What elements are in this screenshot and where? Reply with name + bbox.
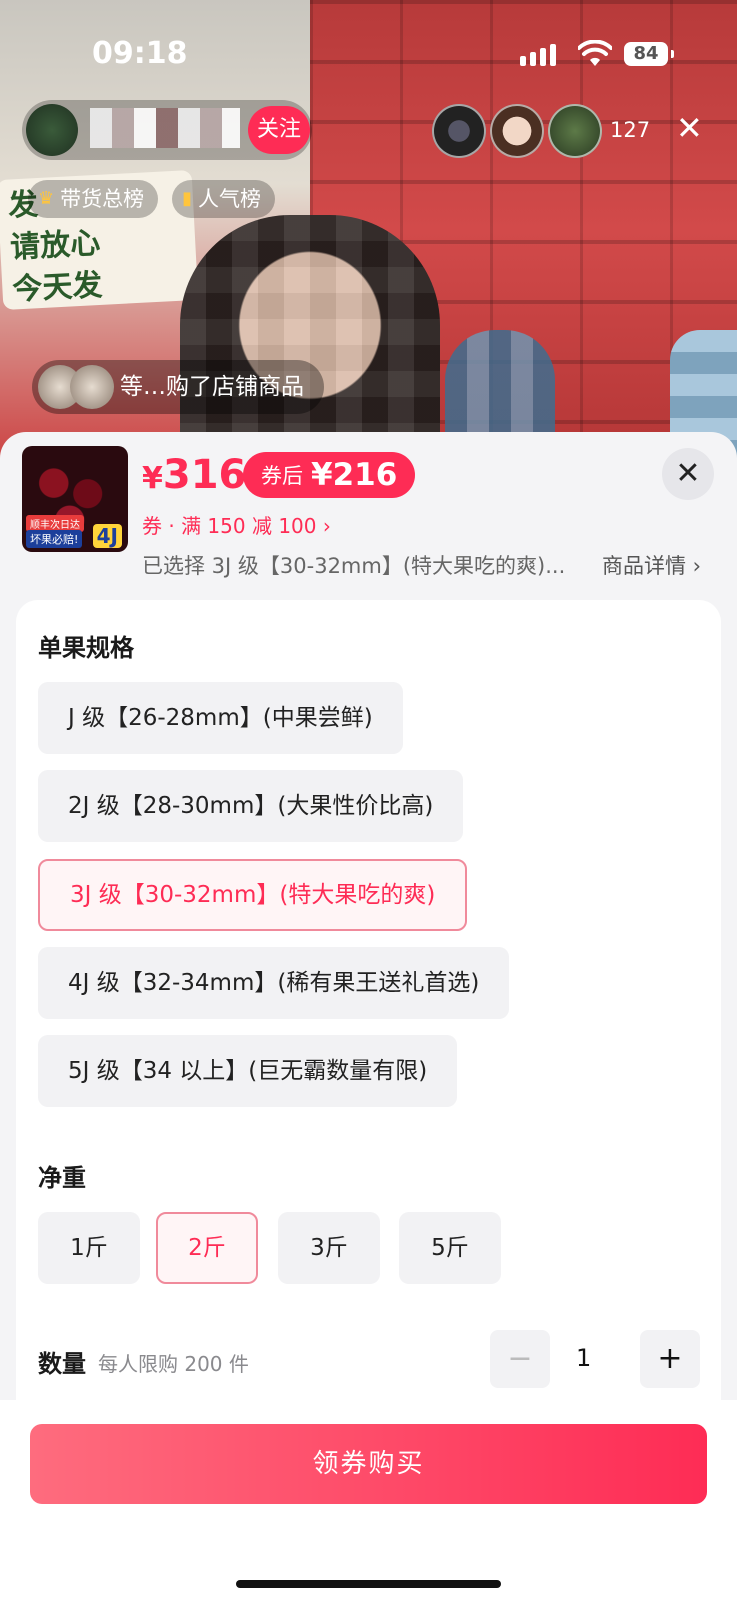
quantity-decrement-button[interactable]: − [490,1330,550,1388]
footer: 领券购买 [0,1400,737,1600]
quantity-limit-hint: 每人限购 200 件 [98,1352,249,1376]
weight-option-5[interactable]: 5斤 [399,1212,501,1284]
spec-option-5j[interactable]: 5J 级【34 以上】(巨无霸数量有限) [38,1035,458,1107]
close-live-icon[interactable]: ✕ [676,112,703,144]
price-currency: ¥ [142,461,163,496]
spec-option-j[interactable]: J 级【26-28mm】(中果尝鲜) [38,682,403,754]
selected-sku-summary: 已选择 3J 级【30-32mm】(特大果吃的爽)... [142,554,566,578]
battery-icon: 84 [624,42,674,66]
quantity-label: 数量 [38,1350,86,1378]
after-coupon-label: 券后 [261,464,303,488]
streamer-name-blurred [90,108,240,148]
quantity-increment-button[interactable]: + [640,1330,700,1388]
product-detail-link[interactable]: 商品详情 › [602,550,701,580]
spec-option-3j[interactable]: 3J 级【30-32mm】(特大果吃的爽) [38,859,468,931]
rank-tag-popularity[interactable]: ▮ 人气榜 [172,180,276,218]
weight-option-1[interactable]: 1斤 [38,1212,140,1284]
price-value: 316 [162,452,247,498]
wifi-icon [578,40,612,66]
product-thumbnail[interactable]: 顺丰次日达 坏果必赔! 4J [22,446,128,552]
coupon-link[interactable]: 券 · 满 150 减 100 › [142,510,331,539]
purchase-ticker: 等…购了店铺商品 [32,360,324,414]
weight-option-3[interactable]: 3斤 [278,1212,380,1284]
trophy-icon: ♛ [38,188,55,209]
viewer-count[interactable]: 127 [610,118,650,142]
buyer-avatar [70,365,114,409]
rank-tag-sales[interactable]: ♛ 带货总榜 [28,180,159,218]
claim-coupon-buy-button[interactable]: 领券购买 [30,1424,707,1504]
streamer-blurred [180,215,440,460]
home-indicator[interactable] [236,1580,501,1588]
viewer-avatar[interactable] [548,104,602,158]
rank-tags: ♛ 带货总榜 ▮ 人气榜 [28,180,276,218]
streamer-avatar[interactable] [26,104,78,156]
follow-button[interactable]: 关注 [248,106,310,154]
bar-chart-icon: ▮ [182,188,193,209]
close-icon[interactable]: ✕ [662,448,714,500]
viewer-avatar[interactable] [432,104,486,158]
thumb-badge: 坏果必赔! [26,530,83,548]
status-time: 09:18 [92,36,188,71]
spec-section-title: 单果规格 [38,634,134,662]
thumb-grade: 4J [92,524,122,548]
rank-tag-label: 带货总榜 [60,187,145,211]
viewer-avatars[interactable] [432,104,606,158]
purchase-ticker-text: 等…购了店铺商品 [120,374,304,400]
spec-option-2j[interactable]: 2J 级【28-30mm】(大果性价比高) [38,770,464,842]
price: ¥316 [142,452,246,498]
viewer-avatar[interactable] [490,104,544,158]
signal-icon [520,44,556,66]
weight-section-title: 净重 [38,1164,86,1192]
spec-option-4j[interactable]: 4J 级【32-34mm】(稀有果王送礼首选) [38,947,510,1019]
after-coupon-badge: 券后 ¥216 [243,452,416,498]
quantity-value[interactable]: 1 [576,1344,591,1372]
after-coupon-value: ¥216 [311,457,398,493]
weight-option-2[interactable]: 2斤 [156,1212,258,1284]
status-bar: 09:18 84 [0,0,737,100]
rank-tag-label: 人气榜 [198,187,262,211]
